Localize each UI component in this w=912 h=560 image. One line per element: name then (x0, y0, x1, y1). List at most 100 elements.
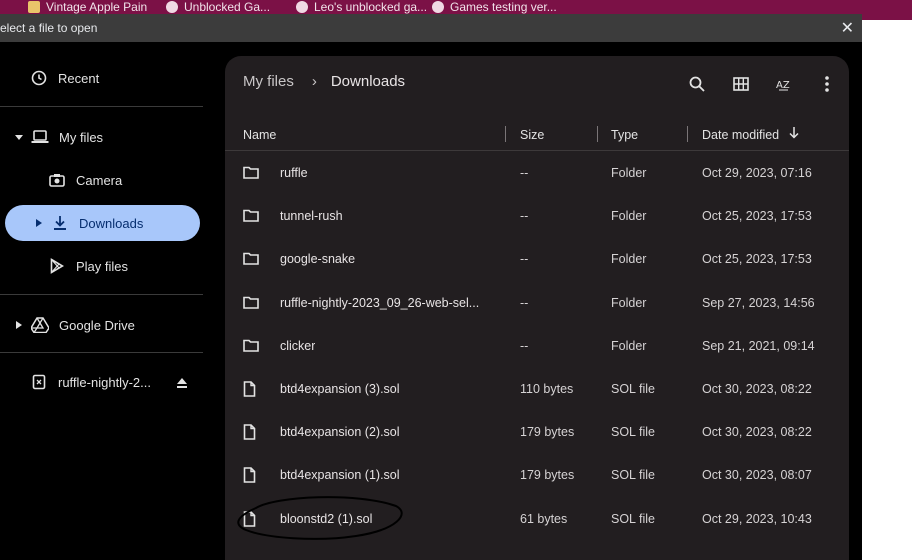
folder-icon (243, 208, 261, 226)
table-row[interactable]: btd4expansion (3).sol 110 bytes SOL file Oc… (225, 368, 849, 411)
file-date-modified: Oct 30, 2023, 08:07 (702, 468, 812, 483)
file-date-modified: Oct 29, 2023, 10:43 (702, 511, 812, 526)
file-type: Folder (611, 338, 647, 353)
bookmark-label: Games testing ver... (450, 0, 557, 14)
sort-az-icon[interactable]: AZ (770, 70, 798, 98)
column-header-type[interactable]: Type (611, 128, 638, 142)
svg-text:AZ: AZ (776, 80, 790, 91)
bookmark-item[interactable]: Vintage Apple Pain (28, 0, 147, 15)
usb-drive-icon (30, 373, 48, 391)
bookmark-item[interactable]: Games testing ver... (432, 0, 557, 15)
table-row[interactable]: btd4expansion (2).sol 179 bytes SOL file Oc… (225, 411, 849, 454)
sidebar-divider (0, 294, 203, 295)
table-row[interactable]: btd4expansion (1).sol 179 bytes SOL file Oc… (225, 454, 849, 497)
bookmark-label: Unblocked Ga... (184, 0, 271, 14)
sidebar-item-usb-drive[interactable]: ruffle-nightly-2... (30, 364, 190, 400)
table-row[interactable]: ruffle-nightly-2023_09_26-web-sel... -- Fo… (225, 282, 849, 325)
folder-icon (243, 251, 261, 269)
expand-caret-icon[interactable] (15, 316, 23, 334)
file-icon (243, 424, 261, 442)
column-header-row: Name Size Type Date modified (225, 118, 849, 151)
file-size: -- (520, 166, 529, 180)
file-size: -- (520, 295, 529, 310)
table-row[interactable]: bloonstd2 (1).sol 61 bytes SOL file Oct 29,… (225, 498, 849, 541)
sidebar-item-label: Recent (58, 70, 100, 86)
table-row[interactable]: clicker -- Folder Sep 21, 2021, 09:14 (225, 325, 849, 368)
breadcrumb: My files › Downloads (243, 73, 405, 90)
table-row[interactable]: tunnel-rush -- Folder Oct 25, 2023, 17:53 (225, 195, 849, 238)
file-type: Folder (611, 295, 647, 310)
camera-icon (48, 171, 66, 189)
bookmark-favicon-icon (432, 1, 444, 13)
table-row[interactable]: ruffle -- Folder Oct 29, 2023, 07:16 (225, 152, 849, 195)
column-header-date[interactable]: Date modified (702, 128, 779, 142)
breadcrumb-separator: › (311, 73, 317, 90)
bookmark-label: Vintage Apple Pain (46, 0, 148, 14)
sidebar-divider (0, 352, 203, 353)
play-store-icon (48, 257, 66, 275)
dialog-titlebar: elect a file to open ✕ (0, 14, 862, 42)
sidebar-item-recent[interactable]: Recent (30, 60, 99, 96)
bookmark-favicon-icon (166, 1, 178, 13)
expand-caret-icon[interactable] (15, 128, 23, 146)
file-date-modified: Oct 30, 2023, 08:22 (702, 425, 812, 440)
file-name: btd4expansion (1).sol (280, 468, 400, 483)
file-icon (243, 381, 261, 399)
file-date-modified: Sep 27, 2023, 14:56 (702, 295, 815, 310)
file-size: -- (520, 338, 529, 353)
download-icon (51, 214, 69, 232)
file-size: 61 bytes (520, 511, 568, 526)
eject-icon[interactable] (176, 376, 188, 394)
file-size: -- (520, 209, 529, 224)
file-size: 110 bytes (520, 382, 574, 396)
sidebar-item-label: Camera (76, 172, 123, 188)
file-size: 179 bytes (520, 425, 575, 440)
breadcrumb-root[interactable]: My files (243, 73, 294, 90)
column-resize-handle[interactable] (597, 126, 598, 142)
folder-icon (243, 165, 261, 183)
close-icon[interactable]: ✕ (841, 18, 854, 38)
more-vert-icon[interactable] (813, 70, 841, 98)
file-type: SOL file (611, 511, 656, 526)
file-icon (243, 510, 261, 529)
dialog-title: elect a file to open (0, 21, 98, 35)
file-date-modified: Oct 25, 2023, 17:53 (702, 252, 812, 267)
bookmark-item[interactable]: Leo's unblocked ga... (296, 0, 427, 15)
sidebar-item-camera[interactable]: Camera (48, 162, 122, 198)
sidebar-item-label: Downloads (79, 215, 144, 231)
file-name: ruffle (280, 166, 308, 180)
sidebar-item-my-files[interactable]: My files (15, 119, 103, 155)
file-name: btd4expansion (3).sol (280, 382, 400, 396)
file-type: SOL file (611, 468, 656, 483)
file-icon (243, 467, 261, 485)
file-name: ruffle-nightly-2023_09_26-web-sel... (280, 295, 480, 310)
file-date-modified: Sep 21, 2021, 09:14 (702, 338, 815, 353)
column-header-name[interactable]: Name (243, 128, 276, 142)
file-name: bloonstd2 (1).sol (280, 511, 373, 526)
file-name: clicker (280, 338, 316, 353)
sidebar-item-play-files[interactable]: Play files (48, 248, 128, 284)
bookmark-item[interactable]: Unblocked Ga... (166, 0, 270, 15)
file-name: tunnel-rush (280, 209, 343, 224)
file-date-modified: Oct 29, 2023, 07:16 (702, 166, 812, 180)
google-drive-icon (31, 316, 49, 334)
sidebar-item-downloads[interactable]: Downloads (5, 205, 200, 241)
sidebar-item-label: Play files (76, 258, 129, 274)
expand-caret-icon[interactable] (35, 214, 43, 232)
sidebar-item-google-drive[interactable]: Google Drive (15, 307, 135, 343)
file-type: Folder (611, 166, 647, 180)
folder-icon (243, 295, 261, 313)
file-date-modified: Oct 25, 2023, 17:53 (702, 209, 812, 224)
column-resize-handle[interactable] (687, 126, 688, 142)
search-icon[interactable] (683, 70, 711, 98)
file-name: google-snake (280, 252, 356, 267)
grid-view-icon[interactable] (727, 70, 755, 98)
sidebar-item-label: My files (59, 129, 104, 145)
file-name: btd4expansion (2).sol (280, 425, 400, 440)
file-size: 179 bytes (520, 468, 575, 483)
table-row[interactable]: google-snake -- Folder Oct 25, 2023, 17:53 (225, 238, 849, 281)
column-header-size[interactable]: Size (520, 128, 544, 142)
sort-descending-arrow-icon[interactable] (789, 127, 799, 142)
column-resize-handle[interactable] (505, 126, 506, 142)
file-type: Folder (611, 252, 647, 267)
